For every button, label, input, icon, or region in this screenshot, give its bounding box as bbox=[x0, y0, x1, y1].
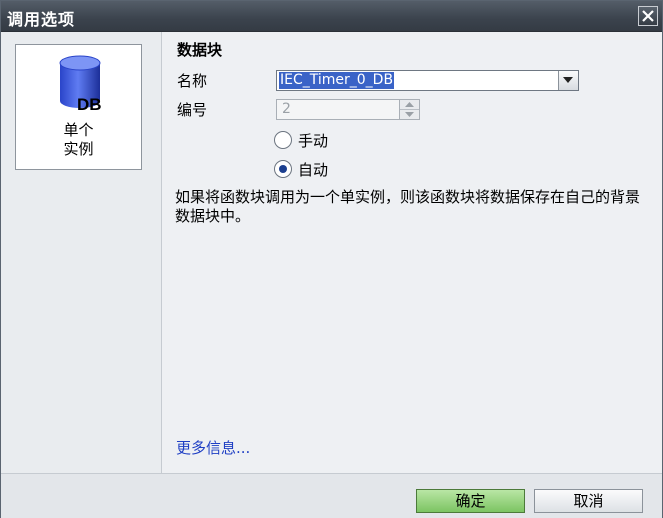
radio-auto-label[interactable]: 自动 bbox=[298, 159, 328, 180]
spin-up-button[interactable] bbox=[400, 100, 419, 110]
close-button[interactable] bbox=[638, 6, 658, 26]
name-dropdown-button[interactable] bbox=[558, 71, 578, 90]
button-bar: 确定 取消 bbox=[1, 473, 662, 518]
ok-button[interactable]: 确定 bbox=[416, 489, 525, 513]
number-label: 编号 bbox=[177, 101, 208, 119]
number-value: 2 bbox=[282, 101, 291, 117]
name-combobox-value[interactable]: IEC_Timer_0_DB bbox=[279, 72, 395, 89]
more-info-link[interactable]: 更多信息... bbox=[176, 437, 250, 458]
single-instance-tile[interactable]: DB 单个 实例 bbox=[15, 44, 142, 170]
title-bar[interactable]: 调用选项 bbox=[1, 1, 662, 32]
database-icon: DB bbox=[59, 55, 102, 114]
chevron-down-icon bbox=[563, 77, 573, 83]
dialog-title: 调用选项 bbox=[7, 10, 76, 29]
close-icon bbox=[642, 10, 654, 22]
call-options-dialog: 调用选项 DB 单个 实例 数据块 名称 IEC_Timer_0_DB 编号 2… bbox=[0, 0, 663, 518]
db-icon-text: DB bbox=[77, 95, 102, 114]
description-text: 如果将函数块调用为一个单实例，则该函数块将数据保存在自己的背景数据块中。 bbox=[175, 188, 641, 225]
name-combobox[interactable]: IEC_Timer_0_DB bbox=[276, 70, 579, 91]
radio-manual-button[interactable] bbox=[274, 131, 292, 149]
tile-label-line2: 实例 bbox=[63, 140, 94, 158]
instance-type-pane: DB 单个 实例 bbox=[1, 32, 162, 473]
tile-label: 单个 实例 bbox=[16, 121, 141, 159]
section-title: 数据块 bbox=[177, 41, 223, 59]
arrow-down-icon bbox=[405, 112, 414, 117]
arrow-up-icon bbox=[405, 102, 414, 107]
number-spinbox[interactable]: 2 bbox=[276, 99, 420, 120]
radio-manual-label[interactable]: 手动 bbox=[298, 130, 328, 151]
details-pane: 数据块 名称 IEC_Timer_0_DB 编号 2 手动 自动 如果将函数块调… bbox=[162, 32, 662, 473]
name-label: 名称 bbox=[177, 72, 208, 90]
spin-down-button[interactable] bbox=[400, 110, 419, 119]
radio-auto-button[interactable] bbox=[274, 160, 292, 178]
number-spin-buttons bbox=[399, 100, 419, 119]
cancel-button[interactable]: 取消 bbox=[534, 489, 643, 513]
tile-label-line1: 单个 bbox=[63, 121, 94, 139]
